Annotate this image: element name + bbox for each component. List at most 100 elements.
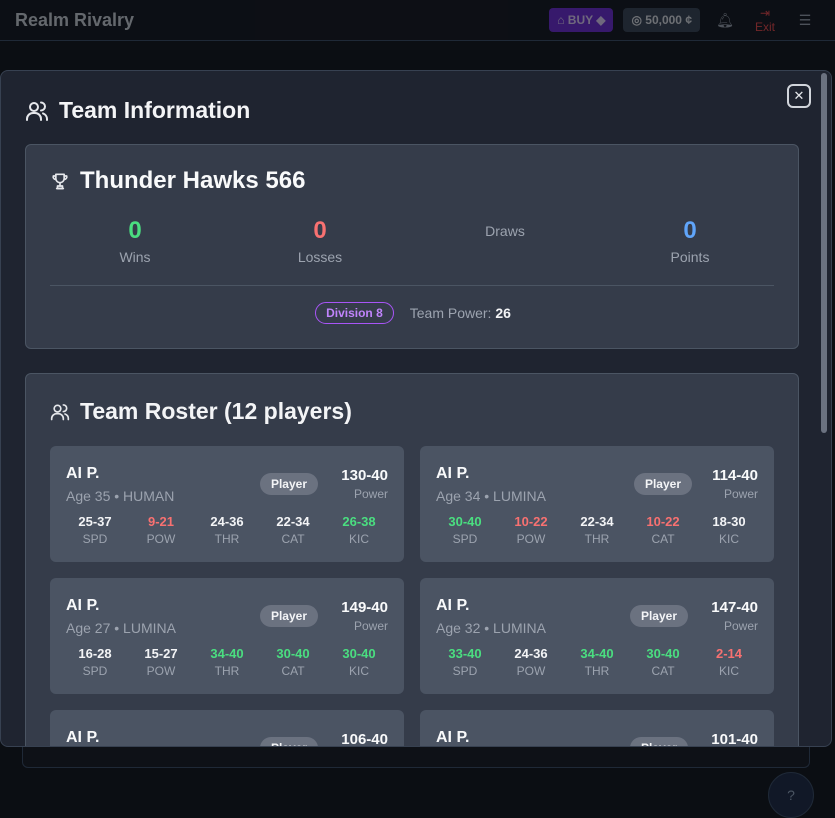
player-stats: 16-28 SPD 15-27 POW 34-40 THR 30-40 CAT 30-40 KIC [62, 646, 392, 678]
menu-icon[interactable]: ☰ [790, 12, 820, 29]
player-age-race: Age 34 • LUMINA [436, 488, 546, 504]
player-card[interactable]: AI P. Age 27 • LUMINA Player 149-40 Power 16-… [50, 578, 404, 694]
help-button[interactable]: ? [768, 772, 814, 818]
player-stat-value: 30-40 [342, 646, 376, 661]
background-panel [22, 746, 810, 768]
player-stat: 34-40 THR [194, 646, 260, 678]
player-age-race: Age 35 • HUMAN [66, 488, 175, 504]
exit-button[interactable]: ⇥ Exit [750, 6, 780, 34]
division-badge: Division 8 [315, 302, 394, 324]
player-stat: 10-22 POW [498, 514, 564, 546]
player-stat: 33-40 SPD [432, 646, 498, 678]
player-stat-label: SPD [452, 532, 478, 546]
player-rating: 147-40 [711, 599, 758, 616]
player-rating: 149-40 [341, 599, 388, 616]
player-stat: 2-14 KIC [696, 646, 762, 678]
modal-title-text: Team Information [59, 97, 251, 123]
player-card[interactable]: AI P. Age 35 • HUMAN Player 130-40 Power 25-3… [50, 446, 404, 562]
player-age-race: Age 32 • LUMINA [436, 620, 546, 636]
player-stat-value: 30-40 [276, 646, 310, 661]
player-stat-value: 34-40 [210, 646, 244, 661]
trophy-icon [50, 171, 70, 191]
stat-losses: 0 Losses [235, 217, 405, 265]
player-name: AI P. [436, 597, 470, 614]
player-stat-label: THR [584, 532, 610, 546]
stats-divider [50, 285, 774, 286]
player-stat-value: 10-22 [646, 514, 680, 529]
player-stat: 30-40 CAT [630, 646, 696, 678]
coins-display[interactable]: ◎ 50,000 ¢ [623, 8, 700, 32]
player-stat: 26-38 KIC [326, 514, 392, 546]
player-rating: 106-40 [341, 731, 388, 747]
player-stat-value: 30-40 [646, 646, 680, 661]
player-stat: 18-30 KIC [696, 514, 762, 546]
team-info-modal: ✕ Team Information Thunder Hawks 566 0 W… [0, 70, 832, 747]
player-power-label: Power [723, 619, 758, 633]
player-stat-value: 24-36 [514, 646, 548, 661]
player-stat-label: THR [214, 664, 240, 678]
player-card[interactable]: AI P. Age 34 • LUMINA Player 114-40 Power 30-… [420, 446, 774, 562]
player-role-badge: Player [259, 605, 318, 627]
player-stat-value: 22-34 [580, 514, 614, 529]
buy-button[interactable]: ⌂ BUY ◆ [549, 8, 614, 32]
header-divider [0, 40, 835, 41]
player-stat: 9-21 POW [128, 514, 194, 546]
player-stat-value: 30-40 [448, 514, 482, 529]
player-role-badge: Player [259, 473, 318, 495]
roster-title-text: Team Roster (12 players) [80, 398, 352, 424]
close-button[interactable]: ✕ [787, 84, 811, 108]
points-value: 0 [683, 217, 697, 244]
player-stat: 16-28 SPD [62, 646, 128, 678]
player-stat-value: 25-37 [78, 514, 112, 529]
division-row: Division 8 Team Power: 26 [26, 302, 800, 324]
stat-draws: Draws [420, 219, 590, 239]
losses-label: Losses [297, 249, 343, 265]
modal-scrollbar[interactable] [821, 73, 827, 433]
player-rating: 114-40 [712, 467, 758, 484]
player-stat-label: THR [214, 532, 240, 546]
team-power-value: 26 [495, 305, 511, 321]
player-stat-label: KIC [718, 532, 739, 546]
player-stat-label: KIC [718, 664, 739, 678]
player-stat: 24-36 POW [498, 646, 564, 678]
player-stat-value: 26-38 [342, 514, 376, 529]
player-name: AI P. [66, 729, 100, 746]
player-stat-value: 18-30 [712, 514, 746, 529]
team-name-text: Thunder Hawks 566 [80, 167, 306, 194]
player-stat-value: 16-28 [78, 646, 112, 661]
wins-value: 0 [128, 217, 142, 244]
player-name: AI P. [66, 597, 100, 614]
player-stat-label: POW [516, 664, 546, 678]
exit-label: Exit [754, 20, 775, 34]
player-stat-value: 22-34 [276, 514, 310, 529]
player-stat-label: CAT [281, 532, 305, 546]
player-card[interactable]: AI P. Player 101-40 [420, 710, 774, 746]
player-stat: 30-40 KIC [326, 646, 392, 678]
bell-icon[interactable]: 🔔︎ [710, 12, 740, 29]
player-stat-value: 34-40 [580, 646, 614, 661]
player-stat: 24-36 THR [194, 514, 260, 546]
player-role-badge: Player [259, 737, 318, 746]
stat-points: 0 Points [605, 217, 775, 265]
question-icon: ? [787, 787, 795, 803]
player-stat: 22-34 THR [564, 514, 630, 546]
buy-label: BUY [567, 13, 593, 27]
users-icon [50, 402, 70, 422]
player-role-badge: Player [629, 737, 688, 746]
player-stat: 15-27 POW [128, 646, 194, 678]
users-icon [25, 99, 49, 123]
player-stats: 30-40 SPD 10-22 POW 22-34 THR 10-22 CAT 18-30 KIC [432, 514, 762, 546]
app-title: Realm Rivalry [15, 9, 135, 30]
player-rating: 130-40 [341, 467, 388, 484]
player-stat-value: 24-36 [210, 514, 244, 529]
player-stat: 34-40 THR [564, 646, 630, 678]
player-stat-label: CAT [651, 532, 675, 546]
player-stat-value: 33-40 [448, 646, 482, 661]
modal-title: Team Information [25, 97, 250, 124]
losses-value: 0 [313, 217, 327, 244]
player-card[interactable]: AI P. Player 106-40 [50, 710, 404, 747]
player-stat-label: KIC [348, 664, 369, 678]
player-role-badge: Player [629, 605, 688, 627]
player-stat-label: POW [146, 532, 176, 546]
player-card[interactable]: AI P. Age 32 • LUMINA Player 147-40 Power 33-… [420, 578, 774, 694]
